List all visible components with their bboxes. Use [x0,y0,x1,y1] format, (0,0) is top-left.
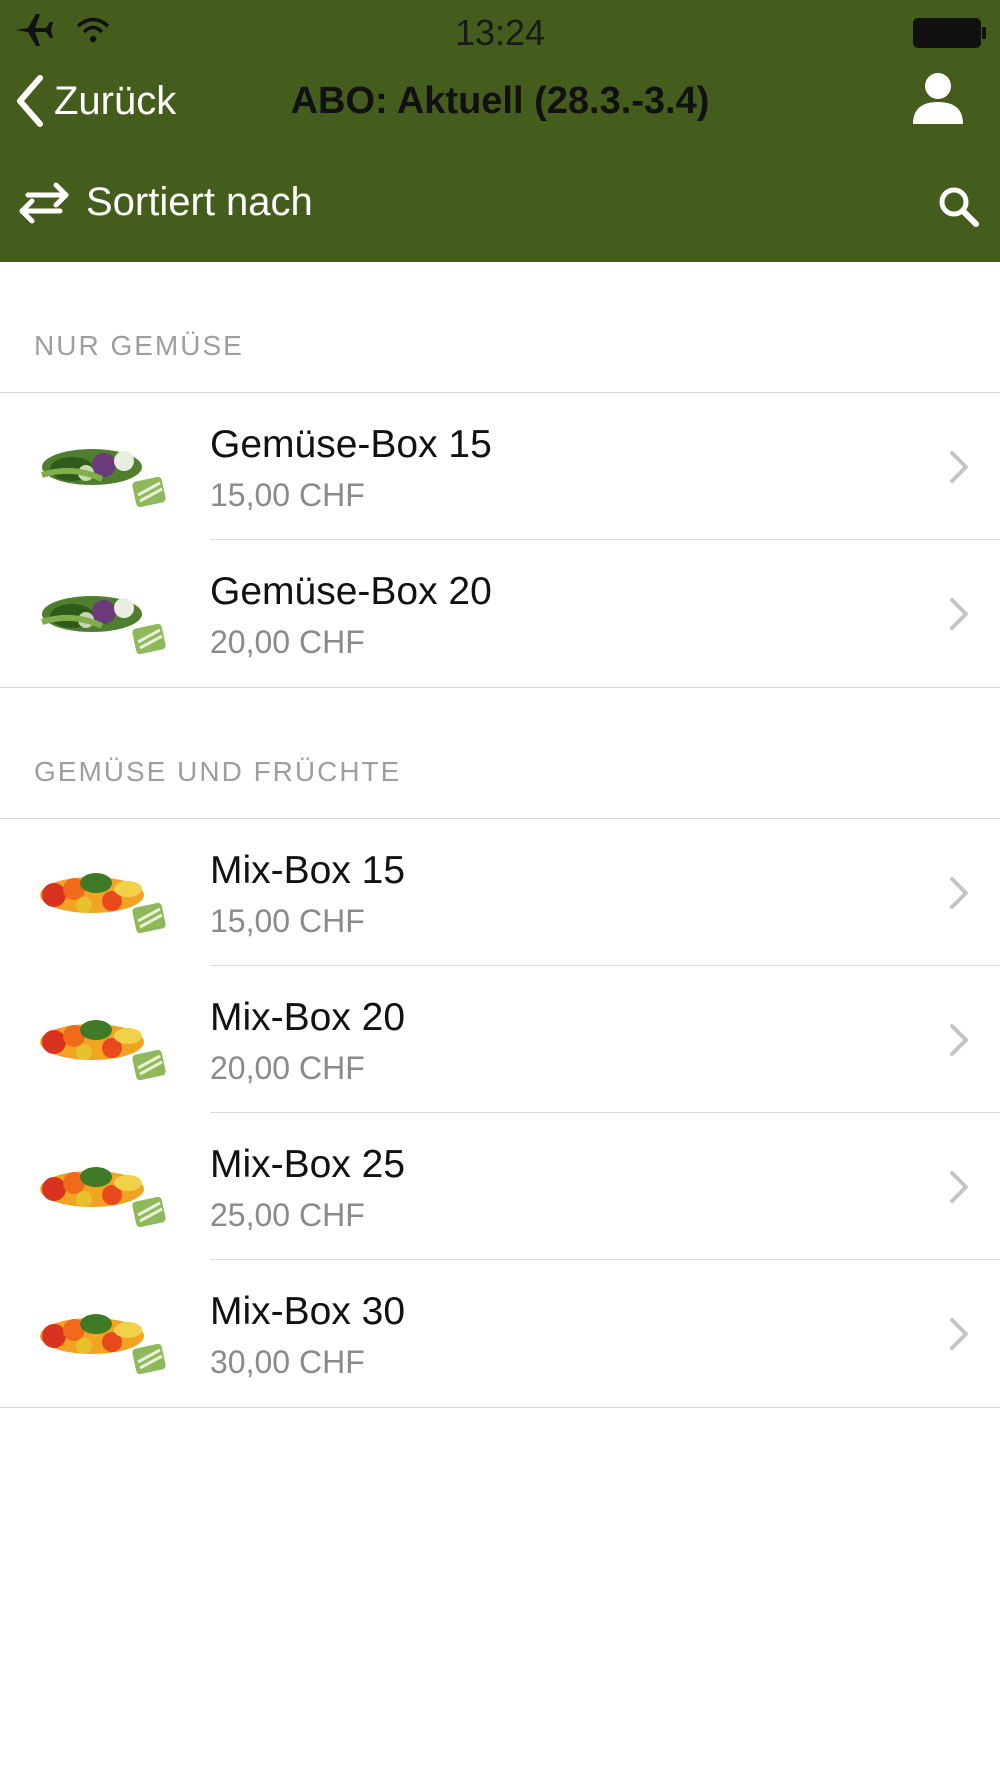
list-item-mix-box-25[interactable]: Mix-Box 25 25,00 CHF [0,1113,1000,1260]
list-item-gemuese-box-15[interactable]: Gemüse-Box 15 15,00 CHF [0,393,1000,540]
section-header-nur-gemuese: NUR GEMÜSE [0,262,1000,392]
back-label: Zurück [54,78,177,123]
item-price: 15,00 CHF [210,903,365,939]
section-title: NUR GEMÜSE [34,330,244,361]
navigation-bar: Zurück ABO: Aktuell (28.3.-3.4) [0,70,1000,152]
header: 13:24 Zurück ABO: Aktuell (28.3.-3.4) So… [0,0,1000,262]
sort-label: Sortiert nach [86,180,313,224]
swap-arrows-icon [19,182,69,223]
item-name: Gemüse-Box 20 [210,570,492,613]
section-title: GEMÜSE UND FRÜCHTE [34,756,402,787]
status-bar: 13:24 [0,0,1000,64]
item-price: 25,00 CHF [210,1197,365,1233]
item-name: Mix-Box 20 [210,996,406,1039]
item-price: 20,00 CHF [210,1050,365,1086]
section-header-gemuese-und-fruechte: GEMÜSE UND FRÜCHTE [0,688,1000,818]
chevron-right-icon [950,1024,968,1056]
back-chevron-icon [17,75,43,127]
toolbar: Sortiert nach [0,176,1000,240]
status-time: 13:24 [454,12,546,53]
list-item-mix-box-15[interactable]: Mix-Box 15 15,00 CHF [0,819,1000,966]
mixed-box-thumbnail [40,1314,166,1375]
chevron-right-icon [950,1171,968,1203]
item-price: 30,00 CHF [210,1344,365,1380]
search-icon [939,187,979,227]
sort-button[interactable]: Sortiert nach [18,180,313,225]
back-button[interactable]: Zurück [14,74,176,128]
item-price: 20,00 CHF [210,624,365,660]
list-item-mix-box-30[interactable]: Mix-Box 30 30,00 CHF [0,1260,1000,1407]
item-name: Mix-Box 30 [210,1290,406,1333]
section-gemuese-und-fruechte: Mix-Box 15 15,00 CHF Mix-Box 20 20,00 CH… [0,818,1000,1408]
section-nur-gemuese: Gemüse-Box 15 15,00 CHF Gemüse-Box 20 20… [0,392,1000,688]
list-item-mix-box-20[interactable]: Mix-Box 20 20,00 CHF [0,966,1000,1113]
mixed-box-thumbnail [40,1020,166,1081]
chevron-right-icon [950,451,968,483]
search-button[interactable] [938,186,980,233]
product-list: NUR GEMÜSE Gemüse-Box 15 15,00 CHF Gemüs… [0,262,1000,1408]
chevron-right-icon [950,1318,968,1350]
item-name: Mix-Box 15 [210,849,406,892]
battery-icon [912,16,988,55]
item-name: Mix-Box 25 [210,1143,406,1186]
vegetable-box-thumbnail [41,449,166,508]
mixed-box-thumbnail [40,1167,166,1228]
vegetable-box-thumbnail [41,596,166,655]
mixed-box-thumbnail [40,873,166,934]
item-price: 15,00 CHF [210,477,365,513]
app-screen: 13:24 Zurück ABO: Aktuell (28.3.-3.4) So… [0,0,1000,1778]
item-name: Gemüse-Box 15 [210,423,492,466]
user-icon [913,73,963,124]
chevron-right-icon [950,877,968,909]
chevron-right-icon [950,598,968,630]
page-title: ABO: Aktuell (28.3.-3.4) [290,80,710,122]
list-item-gemuese-box-20[interactable]: Gemüse-Box 20 20,00 CHF [0,540,1000,687]
profile-button[interactable] [910,70,966,131]
